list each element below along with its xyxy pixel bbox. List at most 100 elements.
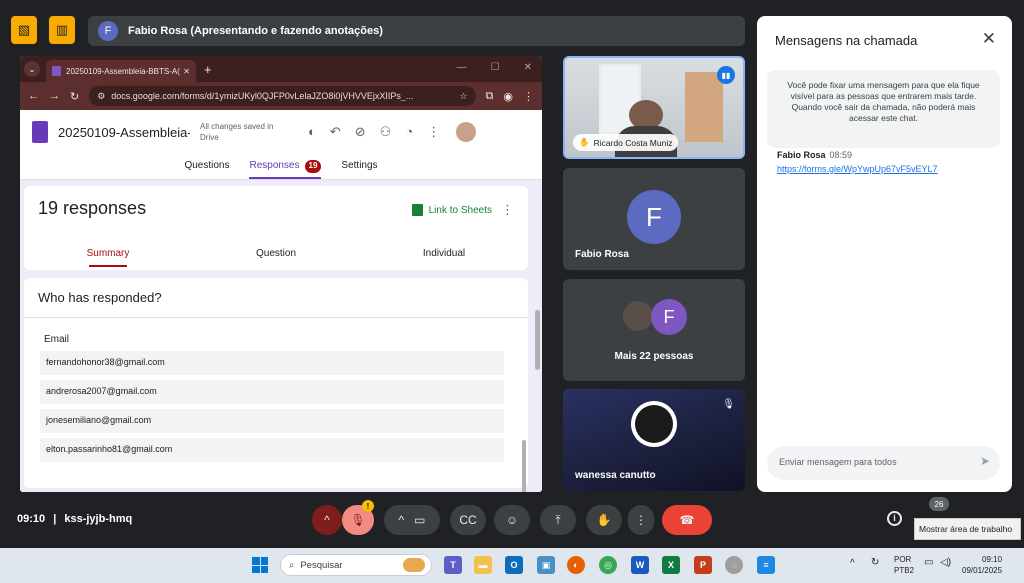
search-icon: ⌕ (289, 559, 295, 571)
participant-avatar (621, 299, 655, 333)
show-desktop-tooltip: Mostrar área de trabalho (914, 518, 1021, 540)
chat-message-link[interactable]: https://forms.gle/WpYwpUp67vF5vEYL7 (777, 164, 938, 174)
meet-top-bar: ▧ ▥ F Fabio Rosa (Apresentando e fazendo… (0, 0, 750, 52)
sync-icon[interactable]: ↻ (871, 557, 879, 568)
palette-icon[interactable]: ◐ (308, 124, 316, 140)
layout-icon[interactable]: ▥ (49, 16, 75, 44)
present-screen-button[interactable]: ⤒ (540, 505, 576, 535)
email-row: jonesemiliano@gmail.com (40, 409, 504, 433)
more-participants-tile[interactable]: F Mais 22 pessoas (563, 279, 745, 381)
participant-tile-ricardo[interactable]: ▮▮ ✋ Ricardo Costa Muniz (563, 56, 745, 159)
taskbar-search-input[interactable]: ⌕ Pesquisar (280, 554, 432, 576)
chat-message-header: Fabio Rosa 08:59 (777, 150, 852, 160)
raise-hand-button[interactable]: ✋ (586, 505, 622, 535)
maximize-icon[interactable]: ☐ (491, 62, 500, 73)
forward-icon[interactable]: → (49, 90, 60, 102)
bookmark-star-icon[interactable]: ☆ (459, 91, 467, 102)
teams-icon[interactable]: T (444, 556, 462, 574)
tab-close-icon[interactable]: ✕ (183, 67, 190, 76)
word-icon[interactable]: W (631, 556, 649, 574)
message-author: Fabio Rosa (777, 150, 826, 160)
sheets-icon (411, 204, 423, 216)
tab-title: 20250109-Assembleia-BBTS-A( (66, 66, 180, 76)
subtab-summary[interactable]: Summary (24, 240, 192, 270)
end-call-button[interactable]: ☎ (662, 505, 712, 535)
participant-tile-wanessa[interactable]: 🎙 wanessa canutto (563, 389, 745, 491)
tab-questions[interactable]: Questions (184, 154, 229, 179)
excel-icon[interactable]: X (662, 556, 680, 574)
language-code: POR (894, 555, 912, 564)
windows-start-icon[interactable] (252, 557, 268, 573)
firefox-icon[interactable]: ◐ (567, 556, 585, 574)
participant-tile-fabio[interactable]: F Fabio Rosa (563, 168, 745, 270)
outlook-icon[interactable]: O (505, 556, 523, 574)
tab-responses[interactable]: Responses 19 (249, 154, 322, 179)
video-options-icon[interactable]: ^ (399, 513, 405, 527)
responses-menu-icon[interactable]: ⋮ (501, 202, 514, 218)
more-options-icon[interactable]: ⋮ (427, 124, 440, 140)
meeting-code: kss-jyjb-hmq (64, 513, 133, 525)
who-responded-card: Who has responded? Email fernandohonor38… (24, 278, 528, 488)
display-icon[interactable]: ▭ (924, 557, 933, 568)
link-to-sheets-button[interactable]: Link to Sheets (411, 204, 492, 216)
minimize-icon[interactable]: — (457, 62, 467, 73)
speaking-indicator-icon: ▮▮ (717, 66, 735, 84)
presenter-text: Fabio Rosa (Apresentando e fazendo anota… (128, 25, 383, 37)
form-title[interactable]: 20250109-Assembleia-E (58, 125, 190, 140)
page-scrollbar[interactable] (535, 310, 540, 370)
email-row: elton.passarinho81@gmail.com (40, 438, 504, 462)
forms-toolbar: ◐ ↶ ⊘ ⚇ ◔ ⋮ (308, 124, 440, 140)
save-status: All changes saved in Drive (200, 122, 274, 142)
system-clock[interactable]: 09:10 09/01/2025 (962, 554, 1002, 576)
undo-icon[interactable]: ↶ (330, 124, 341, 140)
close-icon[interactable]: ✕ (982, 29, 996, 49)
extensions-icon[interactable]: ⧉ (486, 90, 494, 103)
profile-icon[interactable]: ◉ (503, 90, 513, 103)
window-controls: — ☐ ✕ (457, 62, 532, 73)
captions-button[interactable]: CC (450, 505, 486, 535)
account-avatar[interactable] (456, 122, 477, 142)
tray-overflow-icon[interactable]: ^ (850, 558, 855, 569)
email-list-scrollbar[interactable] (522, 440, 526, 492)
browser-tab[interactable]: 20250109-Assembleia-BBTS-A( ✕ (46, 60, 196, 82)
reload-icon[interactable]: ↻ (70, 90, 79, 103)
participant-name: wanessa canutto (575, 470, 656, 481)
powerpoint-icon[interactable]: P (694, 556, 712, 574)
meeting-time: 09:10 (17, 513, 46, 525)
link-icon[interactable]: ⊘ (355, 124, 366, 140)
site-info-icon[interactable]: ⚙ (97, 91, 105, 102)
send-icon[interactable]: ➤ (980, 454, 990, 468)
new-tab-icon[interactable]: + (204, 62, 212, 77)
clock-date: 09/01/2025 (962, 566, 1003, 575)
file-explorer-icon[interactable]: ▬ (474, 556, 492, 574)
subtab-individual[interactable]: Individual (360, 240, 528, 270)
address-bar: ← → ↻ ⚙ docs.google.com/forms/d/1ymizUKy… (20, 82, 542, 110)
more-options-button[interactable]: ⋮ (628, 505, 654, 535)
tab-search-icon[interactable]: ⌄ (24, 61, 40, 77)
window-close-icon[interactable]: ✕ (524, 62, 532, 73)
notes-app-icon[interactable]: ≡ (757, 556, 775, 574)
photos-icon[interactable]: ▣ (537, 556, 555, 574)
add-collaborator-icon[interactable]: ⚇ (380, 124, 392, 140)
emoji-reaction-button[interactable]: ☺ (494, 505, 530, 535)
input-language[interactable]: POR PTB2 (894, 554, 914, 576)
browser-menu-icon[interactable]: ⋮ (523, 90, 534, 103)
audio-options-icon[interactable]: ^ (312, 505, 342, 535)
app-icon[interactable]: ◌ (725, 556, 743, 574)
google-forms-logo-icon[interactable] (32, 121, 48, 143)
subtab-question[interactable]: Question (192, 240, 360, 270)
chrome-icon[interactable]: ◎ (599, 556, 617, 574)
preview-icon[interactable]: ◔ (405, 124, 413, 140)
back-icon[interactable]: ← (28, 90, 39, 102)
who-responded-title: Who has responded? (24, 278, 528, 318)
url-input[interactable]: ⚙ docs.google.com/forms/d/1ymizUKyl0QJFP… (89, 86, 476, 106)
presentation-icon[interactable]: ▧ (11, 16, 37, 44)
tab-responses-label: Responses (249, 160, 300, 171)
camera-icon: ▭ (414, 513, 426, 527)
camera-button[interactable]: ^ ▭ (384, 505, 440, 535)
obs-logo-icon (631, 401, 677, 447)
meeting-details-icon[interactable]: i (887, 511, 902, 526)
volume-icon[interactable]: ◁) (940, 557, 951, 568)
tab-settings[interactable]: Settings (341, 154, 377, 179)
chat-message-input[interactable]: Enviar mensagem para todos ➤ (767, 446, 1000, 480)
